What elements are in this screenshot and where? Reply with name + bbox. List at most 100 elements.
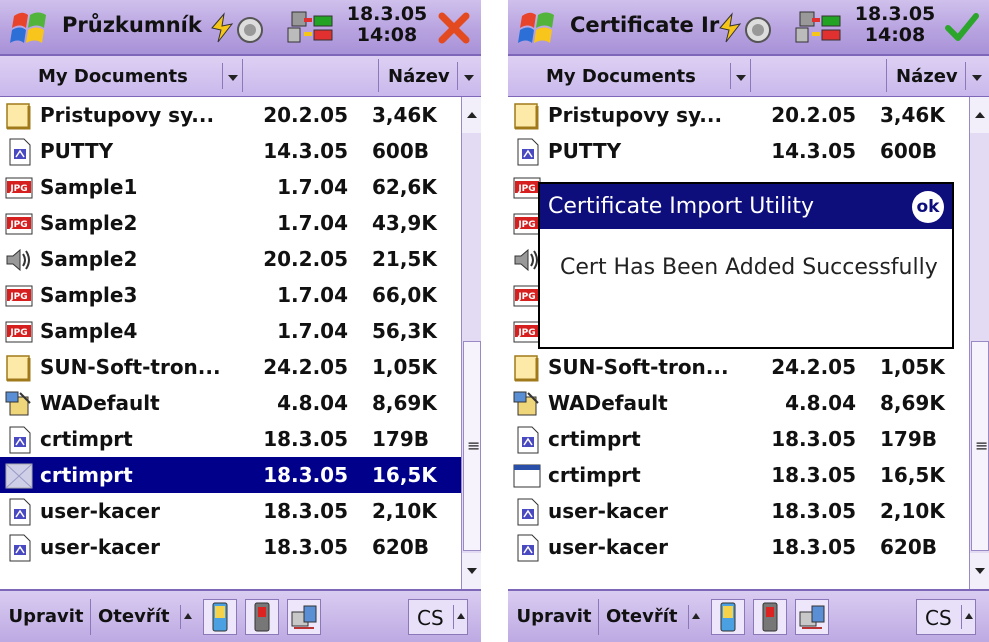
- file-row[interactable]: crtimprt 18.3.05 179B: [0, 421, 461, 457]
- sort-label[interactable]: Název: [896, 66, 958, 87]
- file-name: Sample3: [40, 283, 138, 307]
- scroll-down-icon[interactable]: [970, 553, 989, 589]
- open-button[interactable]: Otevřít: [600, 599, 692, 635]
- file-row[interactable]: JPG Sample4 1.7.04 56,3K: [0, 313, 461, 349]
- checkmark-icon[interactable]: [944, 10, 980, 46]
- file-row[interactable]: JPG Sample3 1.7.04 66,0K: [0, 277, 461, 313]
- file-name: Pristupovy sy...: [40, 103, 215, 127]
- dialog-ok-button[interactable]: ok: [912, 191, 944, 223]
- list-header: My Documents Název: [0, 56, 481, 97]
- clock[interactable]: 18.3.05 14:08: [850, 4, 940, 46]
- menu-up-icon[interactable]: [180, 605, 195, 629]
- scroll-thumb[interactable]: ≡: [971, 341, 989, 551]
- file-row[interactable]: Sample2 20.2.05 21,5K: [0, 241, 461, 277]
- file-size: 1,05K: [880, 355, 945, 379]
- open-button[interactable]: Otevřít: [92, 599, 184, 635]
- file-size: 620B: [880, 535, 937, 559]
- folder-selector[interactable]: My Documents: [2, 59, 243, 92]
- file-icon: [4, 425, 34, 455]
- svg-text:JPG: JPG: [517, 292, 535, 302]
- start-menu-icon[interactable]: [8, 6, 52, 48]
- certificate-dialog: Certificate Import Utility ok Cert Has B…: [538, 182, 954, 349]
- phone-icon[interactable]: [245, 599, 279, 635]
- device-icon[interactable]: [203, 599, 237, 635]
- close-icon[interactable]: [436, 10, 472, 46]
- file-list: Pristupovy sy... 20.2.05 3,46K PUTTY 14.3.05…: [0, 97, 461, 589]
- file-size: 8,69K: [372, 391, 437, 415]
- file-row[interactable]: SUN-Soft-tron... 24.2.05 1,05K: [508, 349, 969, 385]
- file-icon: [512, 497, 542, 527]
- file-row[interactable]: Pristupovy sy... 20.2.05 3,46K: [508, 97, 969, 133]
- chevron-down-icon[interactable]: [730, 63, 751, 89]
- file-size: 2,10K: [372, 499, 437, 523]
- connectivity-status-icon[interactable]: [718, 8, 846, 48]
- file-date: 1.7.04: [277, 211, 348, 235]
- svg-text:JPG: JPG: [9, 184, 27, 194]
- scrollbar[interactable]: ≡: [461, 97, 481, 589]
- file-row[interactable]: WADefault 4.8.04 8,69K: [508, 385, 969, 421]
- file-name: user-kacer: [40, 499, 160, 523]
- edit-button[interactable]: Upravit: [2, 599, 91, 635]
- file-row[interactable]: Pristupovy sy... 20.2.05 3,46K: [0, 97, 461, 133]
- phone-icon[interactable]: [753, 599, 787, 635]
- scroll-up-icon[interactable]: [462, 97, 481, 133]
- file-date: 18.3.05: [771, 427, 856, 451]
- device-icon[interactable]: [711, 599, 745, 635]
- language-up-icon[interactable]: [961, 605, 976, 629]
- dialog-message: Cert Has Been Added Successfully: [560, 255, 938, 280]
- file-size: 66,0K: [372, 283, 437, 307]
- clock[interactable]: 18.3.05 14:08: [342, 4, 432, 46]
- clock-time: 14:08: [356, 24, 418, 46]
- audio-icon: [4, 245, 34, 275]
- file-row[interactable]: JPG Sample2 1.7.04 43,9K: [0, 205, 461, 241]
- file-row[interactable]: PUTTY 14.3.05 600B: [508, 133, 969, 169]
- setup-icon: [512, 389, 542, 419]
- scroll-down-icon[interactable]: [462, 553, 481, 589]
- file-row[interactable]: crtimprt 18.3.05 16,5K: [0, 457, 461, 493]
- file-row[interactable]: user-kacer 18.3.05 620B: [0, 529, 461, 565]
- connectivity-status-icon[interactable]: [210, 8, 338, 48]
- file-size: 16,5K: [372, 463, 437, 487]
- folder-icon: [512, 101, 542, 131]
- file-row[interactable]: user-kacer 18.3.05 2,10K: [0, 493, 461, 529]
- file-icon: [512, 425, 542, 455]
- chevron-down-icon[interactable]: [222, 63, 243, 89]
- menu-up-icon[interactable]: [688, 605, 703, 629]
- scroll-up-icon[interactable]: [970, 97, 989, 133]
- file-icon: [4, 533, 34, 563]
- file-row[interactable]: crtimprt 18.3.05 16,5K: [508, 457, 969, 493]
- file-row[interactable]: SUN-Soft-tron... 24.2.05 1,05K: [0, 349, 461, 385]
- file-name: PUTTY: [548, 139, 622, 163]
- start-menu-icon[interactable]: [516, 6, 560, 48]
- file-name: Sample2: [40, 247, 138, 271]
- scrollbar[interactable]: ≡: [969, 97, 989, 589]
- file-row[interactable]: user-kacer 18.3.05 620B: [508, 529, 969, 565]
- file-row[interactable]: WADefault 4.8.04 8,69K: [0, 385, 461, 421]
- sync-icon[interactable]: [287, 599, 321, 635]
- input-language-button[interactable]: CS: [916, 599, 976, 635]
- file-size: 600B: [880, 139, 937, 163]
- scroll-thumb[interactable]: ≡: [463, 341, 481, 551]
- file-row[interactable]: crtimprt 18.3.05 179B: [508, 421, 969, 457]
- input-language-button[interactable]: CS: [408, 599, 468, 635]
- jpeg-icon: JPG: [4, 173, 34, 203]
- edit-button[interactable]: Upravit: [510, 599, 599, 635]
- window-title: Průzkumník: [62, 13, 202, 37]
- file-row[interactable]: PUTTY 14.3.05 600B: [0, 133, 461, 169]
- menu-bar: Upravit Otevřít CS: [508, 589, 989, 642]
- sort-dropdown-icon[interactable]: [457, 62, 480, 90]
- sort-dropdown-icon[interactable]: [965, 62, 988, 90]
- file-date: 14.3.05: [771, 139, 856, 163]
- file-name: SUN-Soft-tron...: [40, 355, 221, 379]
- sort-label[interactable]: Název: [388, 66, 450, 87]
- file-date: 24.2.05: [263, 355, 348, 379]
- language-up-icon[interactable]: [453, 605, 468, 629]
- file-name: user-kacer: [548, 535, 668, 559]
- certificate-import-screen: Certificate Ir 18.3.05 14:08 My Document…: [508, 0, 989, 642]
- file-row[interactable]: JPG Sample1 1.7.04 62,6K: [0, 169, 461, 205]
- file-size: 62,6K: [372, 175, 437, 199]
- file-row[interactable]: user-kacer 18.3.05 2,10K: [508, 493, 969, 529]
- folder-selector[interactable]: My Documents: [510, 59, 751, 92]
- window-title: Certificate Ir: [570, 13, 720, 37]
- sync-icon[interactable]: [795, 599, 829, 635]
